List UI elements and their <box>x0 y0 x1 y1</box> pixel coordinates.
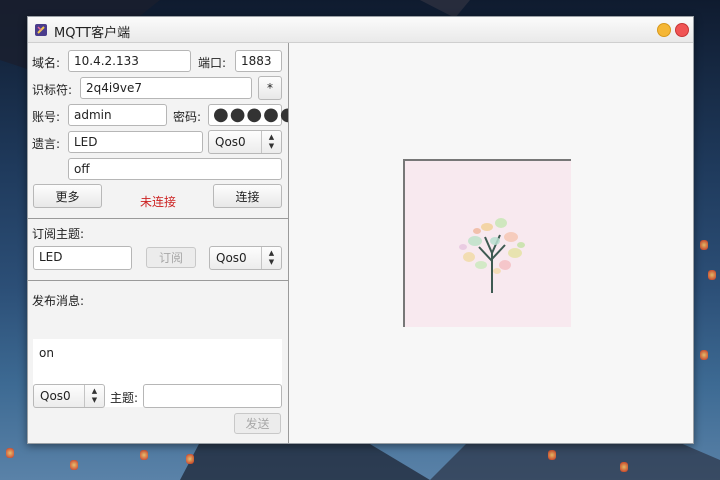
publish-qos-value: Qos0 <box>40 389 71 403</box>
spinner-arrows-icon: ▲ ▼ <box>84 385 104 407</box>
publish-qos-select[interactable]: Qos0 ▲ ▼ <box>33 384 105 408</box>
lantern-decoration <box>620 462 628 472</box>
connection-status: 未连接 <box>140 195 177 209</box>
generate-client-id-button[interactable]: * <box>258 76 282 100</box>
host-label: 域名: <box>32 56 61 70</box>
tree-icon <box>459 218 525 293</box>
preview-panel <box>289 43 693 443</box>
port-input[interactable]: 1883 <box>235 50 282 72</box>
client-id-label: 识标符: <box>32 83 73 97</box>
lantern-decoration <box>70 460 78 470</box>
password-mask: ●●●●● <box>213 104 297 125</box>
subscribe-label: 订阅主题: <box>32 227 85 241</box>
lantern-decoration <box>700 240 708 250</box>
mqtt-client-window: MQTT客户端 域名: 10.4.2.133 端口: 1883 识标符: 2q4… <box>27 16 694 444</box>
subscribe-qos-value: Qos0 <box>216 251 247 265</box>
subscribe-button[interactable]: 订阅 <box>146 247 196 268</box>
lantern-decoration <box>700 350 708 360</box>
section-divider <box>28 218 288 219</box>
password-input[interactable]: ●●●●● <box>208 104 296 126</box>
send-button[interactable]: 发送 <box>234 413 281 434</box>
title-bar[interactable]: MQTT客户端 <box>28 17 693 43</box>
window-title: MQTT客户端 <box>54 26 131 41</box>
spinner-arrows-icon: ▲ ▼ <box>261 247 281 269</box>
lantern-decoration <box>708 270 716 280</box>
host-input[interactable]: 10.4.2.133 <box>68 50 191 72</box>
username-input[interactable]: admin <box>68 104 167 126</box>
spinner-arrows-icon: ▲ ▼ <box>261 131 281 153</box>
client-id-input[interactable]: 2q4i9ve7 <box>80 77 252 99</box>
minimize-button[interactable] <box>657 23 671 37</box>
username-label: 账号: <box>32 110 61 124</box>
will-qos-value: Qos0 <box>215 135 246 149</box>
publish-topic-input[interactable] <box>143 384 282 408</box>
will-label: 遗言: <box>32 137 61 151</box>
settings-panel: 域名: 10.4.2.133 端口: 1883 识标符: 2q4i9ve7 * … <box>28 43 296 443</box>
section-divider <box>28 280 288 281</box>
lantern-decoration <box>548 450 556 460</box>
will-qos-select[interactable]: Qos0 ▲ ▼ <box>208 130 282 154</box>
lantern-decoration <box>6 448 14 458</box>
connect-button[interactable]: 连接 <box>213 184 282 208</box>
lantern-decoration <box>186 454 194 464</box>
publish-topic-label: 主题: <box>110 391 139 405</box>
password-label: 密码: <box>173 110 202 124</box>
app-icon <box>35 24 47 36</box>
will-topic-input[interactable]: LED <box>68 131 203 153</box>
close-button[interactable] <box>675 23 689 37</box>
subscribe-qos-select[interactable]: Qos0 ▲ ▼ <box>209 246 282 270</box>
publish-label: 发布消息: <box>32 294 85 308</box>
port-label: 端口: <box>198 56 227 70</box>
more-button[interactable]: 更多 <box>33 184 102 208</box>
lantern-decoration <box>140 450 148 460</box>
preview-image <box>403 159 571 327</box>
will-message-input[interactable]: off <box>68 158 282 180</box>
subscribe-topic-input[interactable]: LED <box>33 246 132 270</box>
